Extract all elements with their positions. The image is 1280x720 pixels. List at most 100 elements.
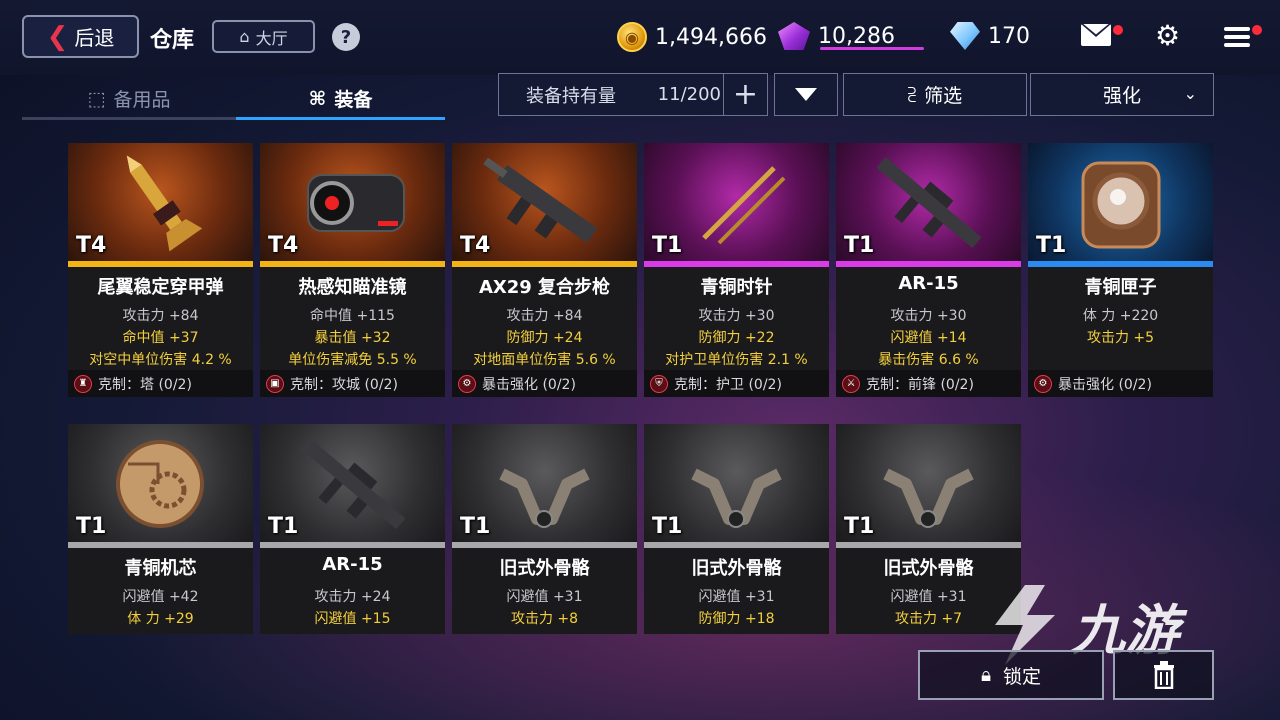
item-stat: 暴击伤害 6.6 % bbox=[878, 352, 979, 368]
item-name: 热感知瞄准镜 bbox=[298, 277, 407, 298]
equipment-card[interactable]: T4 尾翼稳定穿甲弹 攻击力 +84 命中值 +37 对空中单位伤害 4.2 %… bbox=[68, 143, 253, 397]
item-stat: 暴击值 +32 bbox=[314, 330, 391, 346]
item-stat: 体 力 +29 bbox=[127, 611, 194, 627]
equipment-card[interactable]: T1 青铜时针 攻击力 +30 防御力 +22 对护卫单位伤害 2.1 % ⛨ 克… bbox=[644, 143, 829, 397]
rarity-bar bbox=[644, 542, 829, 548]
item-stat: 闪避值 +42 bbox=[122, 589, 199, 605]
gun-icon: ⌘ bbox=[308, 87, 327, 110]
critical-gear-icon: ⚙ bbox=[458, 374, 476, 393]
gold-amount: 1,494,666 bbox=[655, 24, 767, 50]
padlock-icon: 🔒︎ bbox=[980, 664, 992, 686]
delete-button[interactable] bbox=[1113, 650, 1214, 700]
equipment-card[interactable]: T1 AR-15 攻击力 +24 闪避值 +15 bbox=[260, 424, 445, 634]
sort-by-dropdown[interactable]: 强化 ⌄ bbox=[1030, 73, 1214, 116]
lock-button[interactable]: 🔒︎ 锁定 bbox=[918, 650, 1104, 700]
gem-underline bbox=[820, 47, 924, 50]
tower-icon: ♜ bbox=[74, 374, 92, 393]
item-name: AX29 复合步枪 bbox=[478, 277, 611, 298]
lock-label: 锁定 bbox=[1003, 665, 1042, 688]
help-button[interactable]: ? bbox=[332, 23, 360, 51]
rarity-bar bbox=[260, 261, 445, 267]
purple-gem-icon bbox=[778, 22, 810, 50]
filter-button[interactable]: ⫔ 筛选 bbox=[843, 73, 1027, 116]
skill-text: 克制：前锋 (0/2) bbox=[866, 376, 974, 393]
inventory-tabs: ⬚ 备用品 ⌘ 装备 bbox=[22, 80, 445, 122]
item-stat: 闪避值 +31 bbox=[698, 589, 775, 605]
triangle-down-icon bbox=[795, 88, 817, 101]
filter-icon: ⫔ bbox=[907, 83, 917, 106]
diamond-amount: 170 bbox=[988, 23, 1030, 49]
shield-icon: ⛨ bbox=[650, 374, 668, 393]
item-stat: 闪避值 +14 bbox=[890, 330, 967, 346]
item-stat: 命中值 +37 bbox=[122, 330, 199, 346]
item-stat: 防御力 +18 bbox=[698, 611, 775, 627]
gold-coin-icon: ◉ bbox=[617, 22, 647, 52]
equipment-count-label: 装备持有量 bbox=[526, 85, 616, 107]
mail-icon[interactable] bbox=[1081, 24, 1111, 46]
item-stat: 体 力 +220 bbox=[1082, 308, 1159, 324]
item-stat: 攻击力 +5 bbox=[1086, 330, 1155, 346]
item-stat: 攻击力 +8 bbox=[510, 611, 579, 627]
sort-order-button[interactable] bbox=[774, 73, 838, 116]
back-button[interactable]: ❮ 后退 bbox=[22, 15, 139, 58]
chevron-down-icon: ⌄ bbox=[1183, 84, 1197, 103]
equipment-card[interactable]: T4 热感知瞄准镜 命中值 +115 暴击值 +32 单位伤害减免 5.5 % … bbox=[260, 143, 445, 397]
box-icon: ⬚ bbox=[87, 87, 106, 110]
item-set-skill: ▣ 克制：攻城 (0/2) bbox=[260, 370, 445, 397]
rarity-bar bbox=[452, 542, 637, 548]
item-set-skill: ⛨ 克制：护卫 (0/2) bbox=[644, 370, 829, 397]
equipment-card[interactable]: T1 旧式外骨骼 闪避值 +31 攻击力 +8 bbox=[452, 424, 637, 634]
item-stat: 攻击力 +30 bbox=[698, 308, 775, 324]
gem-currency: 10,286 bbox=[778, 22, 895, 50]
equipment-card[interactable]: T1 AR-15 攻击力 +30 闪避值 +14 暴击伤害 6.6 % ⚔ 克制：… bbox=[836, 143, 1021, 397]
item-name: 旧式外骨骼 bbox=[691, 558, 782, 579]
item-set-skill: ⚙ 暴击强化 (0/2) bbox=[1028, 370, 1213, 397]
item-stat: 对护卫单位伤害 2.1 % bbox=[665, 352, 808, 368]
top-bar: ❮ 后退 仓库 ⌂ 大厅 ? ◉ 1,494,666 10,286 170 ⚙ bbox=[0, 0, 1280, 75]
item-stat: 防御力 +22 bbox=[698, 330, 775, 346]
item-tier: T4 bbox=[460, 233, 491, 258]
diamond-icon bbox=[950, 22, 980, 50]
item-stat: 单位伤害减免 5.5 % bbox=[288, 352, 417, 368]
equipment-card[interactable]: T1 旧式外骨骼 闪避值 +31 防御力 +18 bbox=[644, 424, 829, 634]
trash-icon bbox=[1153, 661, 1174, 689]
crossed-swords-icon: ⚔ bbox=[842, 374, 860, 393]
item-tier: T1 bbox=[460, 514, 491, 539]
menu-icon[interactable] bbox=[1224, 27, 1250, 47]
item-name: 青铜机芯 bbox=[124, 558, 197, 579]
rarity-bar bbox=[836, 261, 1021, 267]
equipment-card[interactable]: T1 青铜机芯 闪避值 +42 体 力 +29 bbox=[68, 424, 253, 634]
gold-currency: ◉ 1,494,666 bbox=[617, 22, 767, 52]
tab-label: 装备 bbox=[334, 89, 373, 111]
sort-by-value: 强化 bbox=[1102, 85, 1141, 107]
item-stat: 命中值 +115 bbox=[310, 308, 395, 324]
tab-spare-parts[interactable]: ⬚ 备用品 bbox=[22, 80, 236, 120]
lobby-button[interactable]: ⌂ 大厅 bbox=[212, 20, 315, 53]
filter-label: 筛选 bbox=[924, 85, 963, 107]
equipment-count-value: 11/200 bbox=[657, 84, 721, 105]
tab-equipment[interactable]: ⌘ 装备 bbox=[236, 80, 445, 120]
item-set-skill: ♜ 克制：塔 (0/2) bbox=[68, 370, 253, 397]
settings-gear-icon[interactable]: ⚙ bbox=[1154, 22, 1181, 50]
rarity-bar bbox=[836, 542, 1021, 548]
tab-label: 备用品 bbox=[113, 89, 171, 111]
equipment-card[interactable]: T1 青铜匣子 体 力 +220 攻击力 +5 ⚙ 暴击强化 (0/2) bbox=[1028, 143, 1213, 397]
item-tier: T1 bbox=[76, 514, 107, 539]
item-tier: T1 bbox=[1036, 233, 1067, 258]
item-set-skill: ⚙ 暴击强化 (0/2) bbox=[452, 370, 637, 397]
lobby-label: 大厅 bbox=[255, 28, 288, 48]
item-stat: 对地面单位伤害 5.6 % bbox=[473, 352, 616, 368]
menu-notification-dot bbox=[1252, 25, 1262, 35]
item-stat: 对空中单位伤害 4.2 % bbox=[89, 352, 232, 368]
rarity-bar bbox=[260, 542, 445, 548]
item-tier: T1 bbox=[844, 514, 875, 539]
mail-notification-dot bbox=[1113, 25, 1123, 35]
item-stat: 闪避值 +31 bbox=[506, 589, 583, 605]
equipment-card[interactable]: T4 AX29 复合步枪 攻击力 +84 防御力 +24 对地面单位伤害 5.6… bbox=[452, 143, 637, 397]
item-stat: 攻击力 +30 bbox=[890, 308, 967, 324]
expand-capacity-button[interactable]: + bbox=[723, 74, 767, 115]
skill-text: 克制：攻城 (0/2) bbox=[290, 376, 398, 393]
skill-text: 暴击强化 (0/2) bbox=[482, 376, 576, 393]
item-tier: T4 bbox=[268, 233, 299, 258]
rarity-bar bbox=[68, 261, 253, 267]
